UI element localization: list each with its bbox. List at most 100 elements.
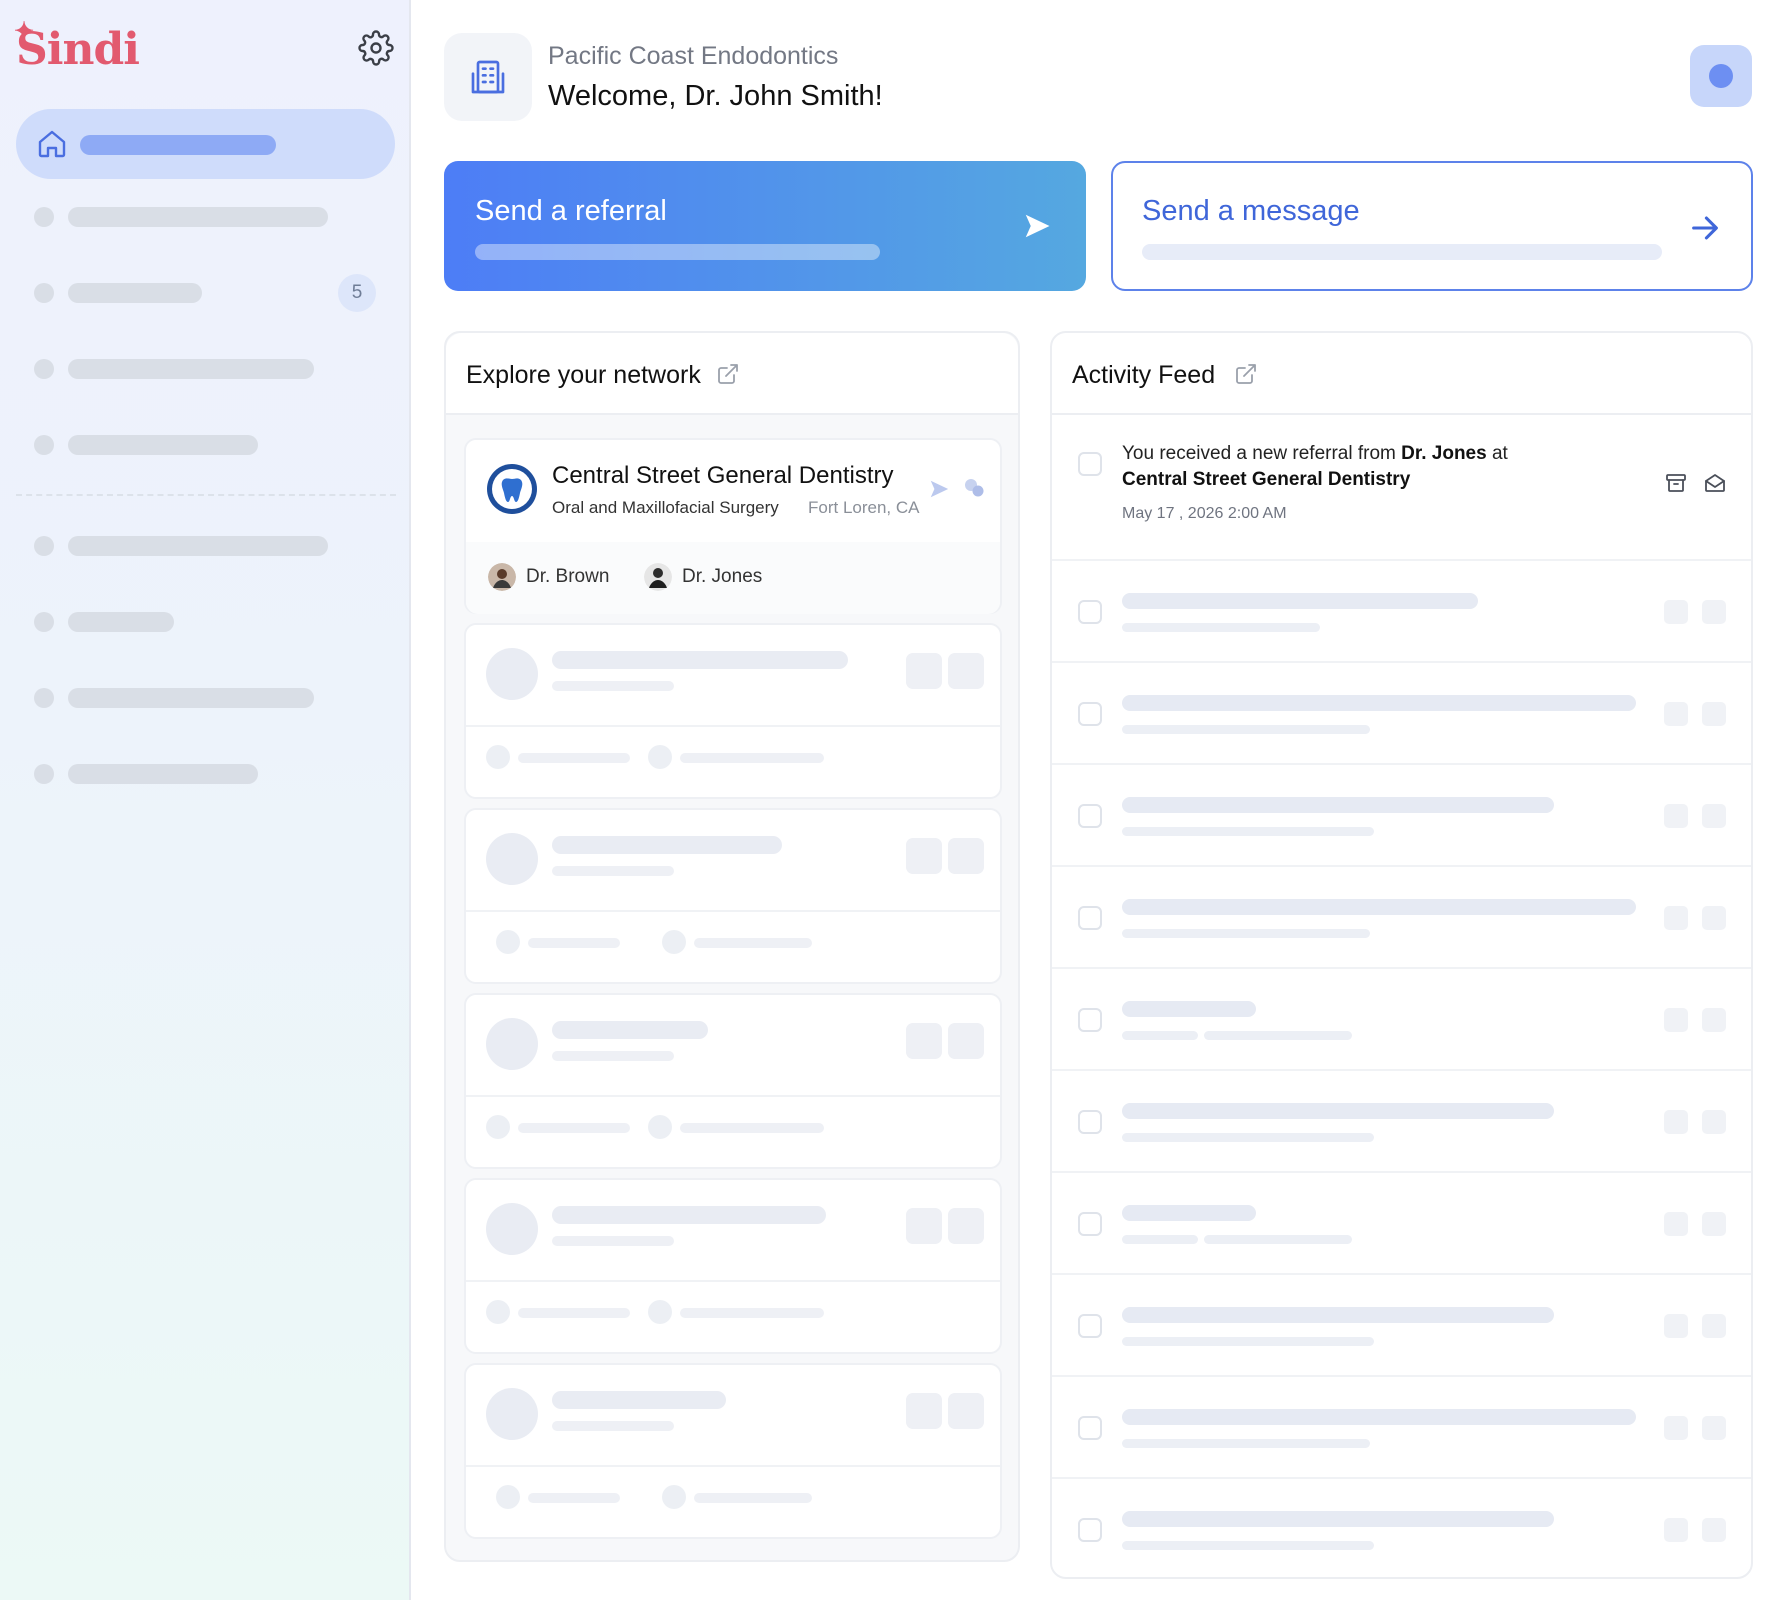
card-divider xyxy=(466,910,1000,912)
send-referral-button[interactable]: Send a referral xyxy=(444,161,1086,291)
feed-item-checkbox[interactable] xyxy=(1078,906,1102,930)
feed-item-checkbox[interactable] xyxy=(1078,452,1102,476)
action-placeholder xyxy=(1664,1518,1688,1542)
card-divider xyxy=(466,1095,1000,1097)
feed-date-placeholder xyxy=(1122,1235,1198,1244)
feed-message-text: You received a new referral from xyxy=(1122,443,1402,464)
sidebar-item-icon-placeholder xyxy=(34,536,54,556)
practice-name-placeholder xyxy=(552,836,782,854)
sidebar-item-label-placeholder xyxy=(68,359,314,379)
chat-icon[interactable] xyxy=(962,476,986,500)
practice-logo-placeholder xyxy=(486,1018,538,1070)
feed-item-placeholder xyxy=(1052,1377,1751,1479)
feed-item[interactable]: You received a new referral from Dr. Jon… xyxy=(1052,415,1751,561)
feed-item-checkbox[interactable] xyxy=(1078,600,1102,624)
send-referral-label: Send a referral xyxy=(475,195,667,227)
feed-item-checkbox[interactable] xyxy=(1078,1008,1102,1032)
feed-message-sender: Dr. Jones xyxy=(1401,443,1487,464)
feed-text-placeholder xyxy=(1122,1001,1256,1017)
feed-item-placeholder xyxy=(1052,561,1751,663)
sidebar-item-label-placeholder xyxy=(68,612,174,632)
feed-message-practice: Central Street General Dentistry xyxy=(1122,469,1411,490)
doctor-name: Dr. Brown xyxy=(526,566,610,587)
action-placeholder xyxy=(1664,804,1688,828)
feed-item-checkbox[interactable] xyxy=(1078,702,1102,726)
feed-text-placeholder xyxy=(1122,1307,1554,1323)
sidebar-item-icon-placeholder xyxy=(34,207,54,227)
action-placeholder xyxy=(948,653,984,689)
action-placeholder xyxy=(1702,1212,1726,1236)
action-placeholder xyxy=(1664,1416,1688,1440)
feed-text-placeholder xyxy=(1122,1409,1636,1425)
doctor-avatar-placeholder xyxy=(496,1485,520,1509)
feed-item-checkbox[interactable] xyxy=(1078,1110,1102,1134)
external-link-icon[interactable] xyxy=(1234,362,1258,386)
action-placeholder xyxy=(906,838,942,874)
feed-item-checkbox[interactable] xyxy=(1078,1518,1102,1542)
practice-logo-placeholder xyxy=(486,648,538,700)
gear-icon[interactable] xyxy=(358,30,394,66)
feed-item-checkbox[interactable] xyxy=(1078,1212,1102,1236)
feed-text-placeholder xyxy=(1122,797,1554,813)
sindi-logo[interactable]: ✦ Sindi xyxy=(14,16,140,75)
activity-feed-panel: Activity Feed You received a new referra… xyxy=(1050,331,1753,1579)
external-link-icon[interactable] xyxy=(716,362,740,386)
feed-text-placeholder xyxy=(1122,695,1636,711)
sidebar-item-label-placeholder xyxy=(68,207,328,227)
doctor-avatar-placeholder xyxy=(662,930,686,954)
mail-open-icon[interactable] xyxy=(1702,471,1728,495)
doctor-name-placeholder xyxy=(528,938,620,948)
send-message-button[interactable]: Send a message xyxy=(1111,161,1753,291)
doctor-name-placeholder xyxy=(694,938,812,948)
practice-logo-placeholder xyxy=(486,1203,538,1255)
feed-item-checkbox[interactable] xyxy=(1078,1314,1102,1338)
avatar-dot xyxy=(1709,64,1733,88)
action-placeholder xyxy=(1664,1314,1688,1338)
feed-date-placeholder xyxy=(1204,1235,1352,1244)
action-placeholder xyxy=(1702,1110,1726,1134)
send-referral-icon[interactable] xyxy=(928,478,950,500)
doctor-name-placeholder xyxy=(680,753,824,763)
practice-specialty: Oral and Maxillofacial Surgery xyxy=(552,498,779,517)
practice-card-placeholder xyxy=(464,623,1002,799)
sidebar: ✦ Sindi 5 xyxy=(0,0,411,1600)
feed-text-placeholder xyxy=(1122,1205,1256,1221)
user-avatar-button[interactable] xyxy=(1690,45,1752,107)
sidebar-divider xyxy=(16,494,396,496)
feed-item-placeholder xyxy=(1052,1479,1751,1577)
action-placeholder xyxy=(1702,1518,1726,1542)
archive-icon[interactable] xyxy=(1664,471,1688,495)
action-placeholder xyxy=(1664,600,1688,624)
sidebar-item-label-placeholder xyxy=(68,283,202,303)
action-placeholder xyxy=(1664,906,1688,930)
home-icon xyxy=(38,130,66,158)
action-placeholder xyxy=(906,1208,942,1244)
sidebar-item-home[interactable] xyxy=(16,109,395,179)
action-placeholder xyxy=(948,1393,984,1429)
practice-detail-placeholder xyxy=(552,681,674,691)
action-placeholder xyxy=(1702,1314,1726,1338)
feed-item-placeholder xyxy=(1052,867,1751,969)
doctor-name-placeholder xyxy=(680,1123,824,1133)
practice-card[interactable]: Central Street General Dentistry Oral an… xyxy=(464,438,1002,614)
feed-item-checkbox[interactable] xyxy=(1078,804,1102,828)
practice-doctors: Dr. Brown Dr. Jones xyxy=(466,542,1000,614)
feed-date-placeholder xyxy=(1122,725,1370,734)
practice-detail-placeholder xyxy=(552,1421,674,1431)
network-panel-header: Explore your network xyxy=(446,333,1018,415)
feed-text-placeholder xyxy=(1122,593,1478,609)
doctor-avatar-placeholder xyxy=(496,930,520,954)
doctor-name: Dr. Jones xyxy=(682,566,763,587)
card-divider xyxy=(466,1465,1000,1467)
action-placeholder xyxy=(1702,804,1726,828)
doctor-avatar-placeholder xyxy=(648,1115,672,1139)
feed-item-checkbox[interactable] xyxy=(1078,1416,1102,1440)
send-message-subtitle-placeholder xyxy=(1142,244,1662,260)
sidebar-item-label-placeholder xyxy=(68,688,314,708)
feed-item-placeholder xyxy=(1052,765,1751,867)
doctor-avatar xyxy=(644,563,672,591)
notification-badge: 5 xyxy=(338,274,376,312)
action-placeholder xyxy=(1664,1008,1688,1032)
sidebar-item-icon-placeholder xyxy=(34,359,54,379)
welcome-heading: Welcome, Dr. John Smith! xyxy=(548,80,883,112)
